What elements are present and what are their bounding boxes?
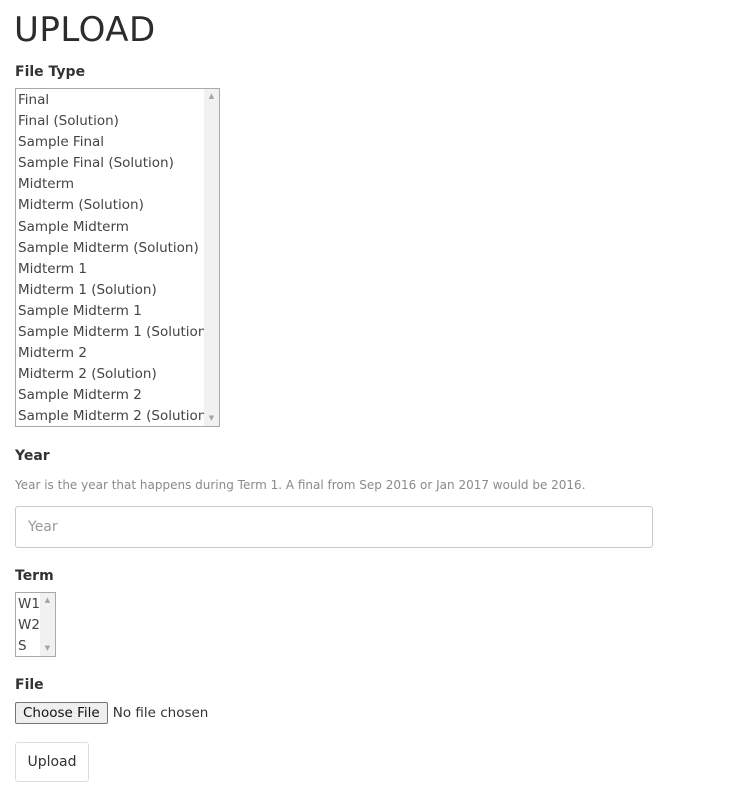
scroll-up-arrow-icon[interactable]: ▲ (40, 593, 55, 608)
file-status: No file chosen (112, 705, 209, 721)
year-label: Year (15, 448, 50, 464)
file-type-option[interactable]: Sample Midterm 1 (Solution) (16, 322, 212, 343)
file-type-option[interactable]: Sample Midterm 2 (Solution) (16, 406, 212, 426)
term-scrollbar[interactable]: ▲ ▼ (40, 593, 55, 656)
year-input[interactable] (15, 506, 653, 548)
file-type-label: File Type (15, 64, 86, 80)
file-type-option[interactable]: Sample Final (Solution) (16, 153, 212, 174)
term-option[interactable]: W1 (16, 594, 40, 615)
file-type-option[interactable]: Midterm (Solution) (16, 195, 212, 216)
file-type-option[interactable]: Midterm 1 (16, 259, 212, 280)
term-label: Term (15, 568, 54, 584)
choose-file-button[interactable]: Choose File (15, 702, 108, 724)
term-listbox[interactable]: W1 W2 S ▲ ▼ (15, 592, 56, 657)
upload-page: UPLOAD File Type Final Final (Solution) … (0, 0, 750, 791)
upload-button[interactable]: Upload (15, 742, 89, 782)
term-options: W1 W2 S (16, 593, 40, 656)
scroll-up-arrow-icon[interactable]: ▲ (204, 89, 219, 104)
year-help-text: Year is the year that happens during Ter… (15, 478, 586, 492)
scroll-down-arrow-icon[interactable]: ▼ (40, 641, 55, 656)
file-type-option[interactable]: Midterm 2 (16, 343, 212, 364)
file-type-option[interactable]: Midterm 2 (Solution) (16, 364, 212, 385)
file-type-option[interactable]: Final (Solution) (16, 111, 212, 132)
term-option[interactable]: W2 (16, 615, 40, 636)
scrollbar-thumb[interactable] (43, 608, 52, 641)
file-type-option[interactable]: Sample Midterm (16, 217, 212, 238)
file-type-scrollbar[interactable]: ▲ ▼ (204, 89, 219, 426)
file-type-option[interactable]: Midterm 1 (Solution) (16, 280, 212, 301)
file-type-option[interactable]: Sample Final (16, 132, 212, 153)
scrollbar-thumb[interactable] (207, 104, 216, 411)
file-type-options: Final Final (Solution) Sample Final Samp… (16, 89, 212, 426)
file-type-option[interactable]: Midterm (16, 174, 212, 195)
scroll-down-arrow-icon[interactable]: ▼ (204, 411, 219, 426)
file-type-listbox[interactable]: Final Final (Solution) Sample Final Samp… (15, 88, 220, 427)
file-type-option[interactable]: Sample Midterm 1 (16, 301, 212, 322)
file-type-option[interactable]: Final (16, 90, 212, 111)
term-option[interactable]: S (16, 636, 40, 656)
file-type-option[interactable]: Sample Midterm 2 (16, 385, 212, 406)
page-title: UPLOAD (14, 10, 156, 50)
file-type-option[interactable]: Sample Midterm (Solution) (16, 238, 212, 259)
file-input[interactable]: Choose File No file chosen (15, 702, 208, 724)
file-label: File (15, 677, 44, 693)
